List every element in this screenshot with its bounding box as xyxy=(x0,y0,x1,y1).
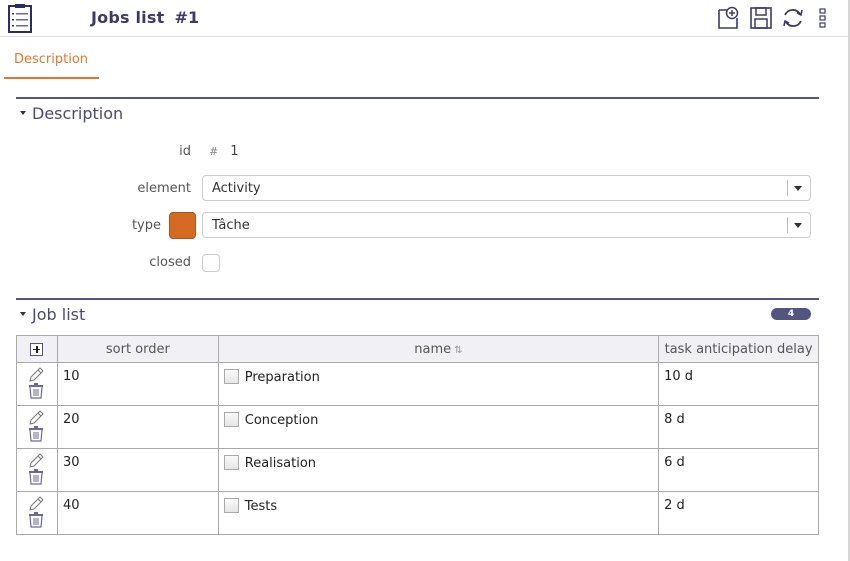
section-title-text: Description xyxy=(32,104,124,123)
job-name: Preparation xyxy=(244,370,320,385)
trash-icon[interactable] xyxy=(27,469,45,485)
job-name: Conception xyxy=(244,413,319,428)
type-color-swatch xyxy=(169,212,196,239)
element-select[interactable]: Activity xyxy=(202,175,811,201)
type-selected-value: Tâche xyxy=(212,218,250,233)
count-badge: 4 xyxy=(771,308,811,320)
type-select[interactable]: Tâche xyxy=(202,212,811,238)
type-label: type xyxy=(131,218,161,233)
select-separator xyxy=(787,180,788,196)
name-cell[interactable]: Tests xyxy=(217,491,660,535)
table-row: 20 Conception 8 d xyxy=(16,405,819,449)
row-actions xyxy=(16,405,58,449)
job-list-section-header[interactable]: Job list xyxy=(20,305,85,324)
name-cell[interactable]: Conception xyxy=(217,405,660,449)
new-item-icon[interactable] xyxy=(716,6,740,30)
sort-icon[interactable]: ⇅ xyxy=(454,345,462,356)
header-bar: Jobs list #1 xyxy=(0,0,848,37)
id-value: #1 xyxy=(209,144,239,159)
row-checkbox[interactable] xyxy=(223,498,239,513)
add-row-icon[interactable] xyxy=(30,342,44,356)
delay-cell[interactable]: 8 d xyxy=(658,405,819,449)
table-row: 10 Preparation 10 d xyxy=(16,362,819,406)
name-header-text: name xyxy=(414,341,452,357)
element-label: element xyxy=(137,181,191,196)
trash-icon[interactable] xyxy=(27,383,45,399)
name-cell[interactable]: Preparation xyxy=(217,362,660,406)
row-checkbox[interactable] xyxy=(223,455,239,470)
collapse-caret-icon xyxy=(20,312,26,316)
clipboard-list-icon xyxy=(8,4,32,33)
delay-header[interactable]: task anticipation delay xyxy=(658,335,819,363)
tab-bar: Description xyxy=(4,44,99,79)
section-divider xyxy=(16,298,819,300)
row-checkbox[interactable] xyxy=(223,369,239,384)
row-actions xyxy=(16,362,58,406)
table-row: 30 Realisation 6 d xyxy=(16,448,819,492)
edit-icon[interactable] xyxy=(27,410,45,426)
closed-label: closed xyxy=(149,255,191,270)
collapse-caret-icon xyxy=(20,111,26,115)
select-separator xyxy=(787,217,788,233)
table-header-row: sort order name ⇅ task anticipation delay xyxy=(16,335,819,363)
title-text: Jobs list xyxy=(91,8,165,27)
edit-icon[interactable] xyxy=(27,367,45,383)
refresh-icon[interactable] xyxy=(781,6,805,30)
id-number: 1 xyxy=(230,144,239,159)
trash-icon[interactable] xyxy=(27,512,45,528)
tab-description[interactable]: Description xyxy=(4,44,99,79)
sort-order-cell[interactable]: 30 xyxy=(56,448,219,492)
save-icon[interactable] xyxy=(749,6,773,30)
row-checkbox[interactable] xyxy=(223,412,239,427)
more-options-icon[interactable] xyxy=(816,6,830,30)
row-actions xyxy=(16,491,58,535)
actions-header xyxy=(16,335,58,363)
sort-order-cell[interactable]: 40 xyxy=(56,491,219,535)
row-actions xyxy=(16,448,58,492)
delay-cell[interactable]: 2 d xyxy=(658,491,819,535)
job-name: Tests xyxy=(244,499,278,514)
trash-icon[interactable] xyxy=(27,426,45,442)
description-section-header[interactable]: Description xyxy=(20,104,123,123)
chevron-down-icon[interactable] xyxy=(794,223,802,228)
edit-icon[interactable] xyxy=(27,453,45,469)
delay-cell[interactable]: 6 d xyxy=(658,448,819,492)
sort-order-cell[interactable]: 10 xyxy=(56,362,219,406)
edit-icon[interactable] xyxy=(27,496,45,512)
id-label: id xyxy=(179,144,191,159)
delay-cell[interactable]: 10 d xyxy=(658,362,819,406)
closed-checkbox[interactable] xyxy=(202,254,220,272)
name-header[interactable]: name ⇅ xyxy=(217,335,660,363)
record-number: #1 xyxy=(174,8,200,27)
chevron-down-icon[interactable] xyxy=(794,186,802,191)
section-divider xyxy=(16,97,819,99)
section-title-text: Job list xyxy=(32,305,86,324)
hash-prefix: # xyxy=(209,145,219,158)
table-row: 40 Tests 2 d xyxy=(16,491,819,535)
job-name: Realisation xyxy=(244,456,317,471)
name-cell[interactable]: Realisation xyxy=(217,448,660,492)
sort-order-header[interactable]: sort order xyxy=(56,335,219,363)
sort-order-cell[interactable]: 20 xyxy=(56,405,219,449)
job-list-table: sort order name ⇅ task anticipation delay… xyxy=(16,335,819,535)
element-selected-value: Activity xyxy=(212,181,261,196)
page-title: Jobs list #1 xyxy=(91,8,199,27)
